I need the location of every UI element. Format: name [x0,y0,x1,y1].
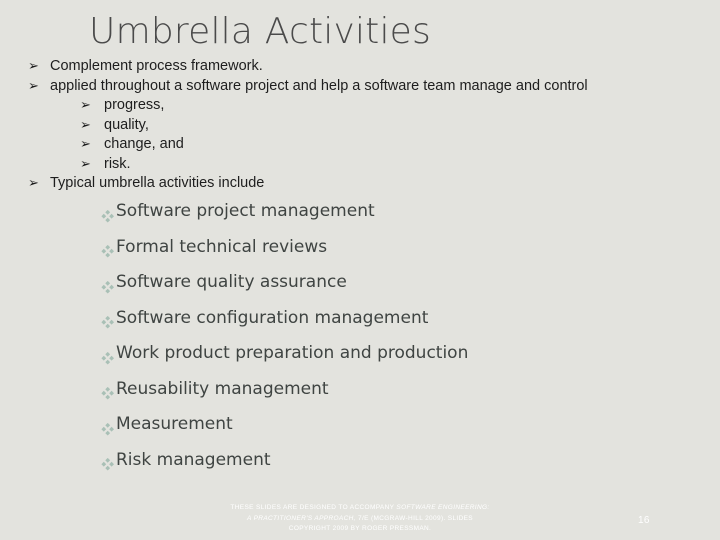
diamond-bullet-label: Software quality assurance [116,272,347,292]
diamond-bullet-label: Reusability management [116,378,329,399]
footer-line-3: copyright 2009 by Roger Pressman. [288,525,432,532]
diamond-bullet-icon [101,316,115,330]
diamond-bullet-item: Risk management [101,450,701,486]
arrow-bullet-label: quality, [104,116,149,133]
arrow-bullet-label: applied throughout a software project an… [50,77,588,94]
slide-footer: These slides are designed to accompany S… [0,503,720,535]
page-number: 16 [638,515,650,526]
arrow-bullet-item: ➢ change, and [28,135,708,155]
diamond-bullet-label: Risk management [116,449,271,470]
diamond-bullet-item: Software project management [101,201,701,237]
diamond-bullet-label: Formal technical reviews [116,236,328,257]
arrow-bullet-label: Typical umbrella activities include [50,175,265,191]
arrow-bullet-icon: ➢ [28,59,39,74]
diamond-bullet-label: Software configuration management [116,307,429,328]
arrow-bullet-label: change, and [104,136,184,152]
arrow-bullet-item: ➢ quality, [28,116,708,136]
diamond-bullet-item: Software quality assurance [101,272,701,308]
diamond-bullet-item: Formal technical reviews [101,237,701,273]
arrow-bullet-icon: ➢ [80,137,91,152]
arrow-bullet-icon: ➢ [80,156,91,172]
arrow-bullet-item: ➢ progress, [28,96,708,116]
arrow-bullet-label: Complement process framework. [50,58,263,74]
diamond-bullet-item: Reusability management [101,379,701,415]
diamond-bullet-icon [101,458,115,472]
diamond-bullet-icon [101,422,115,437]
arrow-bullet-list: ➢ Complement process framework. ➢ applied t… [28,57,708,194]
arrow-bullet-icon: ➢ [80,117,91,133]
footer-line-1-emphasis: Software Engineering: [396,504,490,511]
diamond-bullet-list: Software project management Formal techni… [101,201,701,485]
diamond-bullet-item: Measurement [101,414,701,450]
page-title: Umbrella Activities [89,11,431,52]
diamond-bullet-icon [101,387,115,401]
diamond-bullet-icon [101,245,115,259]
arrow-bullet-label: risk. [104,155,131,172]
diamond-bullet-item: Software configuration management [101,308,701,344]
diamond-bullet-icon [101,351,115,366]
diamond-bullet-label: Measurement [116,414,233,434]
arrow-bullet-icon: ➢ [28,78,39,94]
footer-line-1-text: These slides are designed to accompany [230,504,397,511]
arrow-bullet-item: ➢ applied throughout a software project a… [28,77,708,97]
slide-canvas: Umbrella Activities ➢ Complement process … [0,0,720,540]
footer-line-2-text: 7/e (McGraw-Hill 2009). Slides [355,514,473,522]
arrow-bullet-item: ➢ risk. [28,155,708,175]
arrow-bullet-label: progress, [104,97,165,113]
footer-line-2-emphasis: A Practitioner's Approach, [247,514,356,522]
footer-line-2: A Practitioner's Approach, 7/e (McGraw-H… [0,514,720,525]
arrow-bullet-icon: ➢ [80,98,91,113]
arrow-bullet-item: ➢ Typical umbrella activities include [28,174,708,194]
diamond-bullet-item: Work product preparation and production [101,343,701,379]
arrow-bullet-icon: ➢ [28,176,39,191]
footer-line-1: These slides are designed to accompany S… [0,503,720,514]
diamond-bullet-label: Work product preparation and production [116,343,469,363]
diamond-bullet-label: Software project management [116,201,375,221]
arrow-bullet-item: ➢ Complement process framework. [28,57,708,77]
diamond-bullet-icon [101,280,115,295]
diamond-bullet-icon [101,209,115,224]
